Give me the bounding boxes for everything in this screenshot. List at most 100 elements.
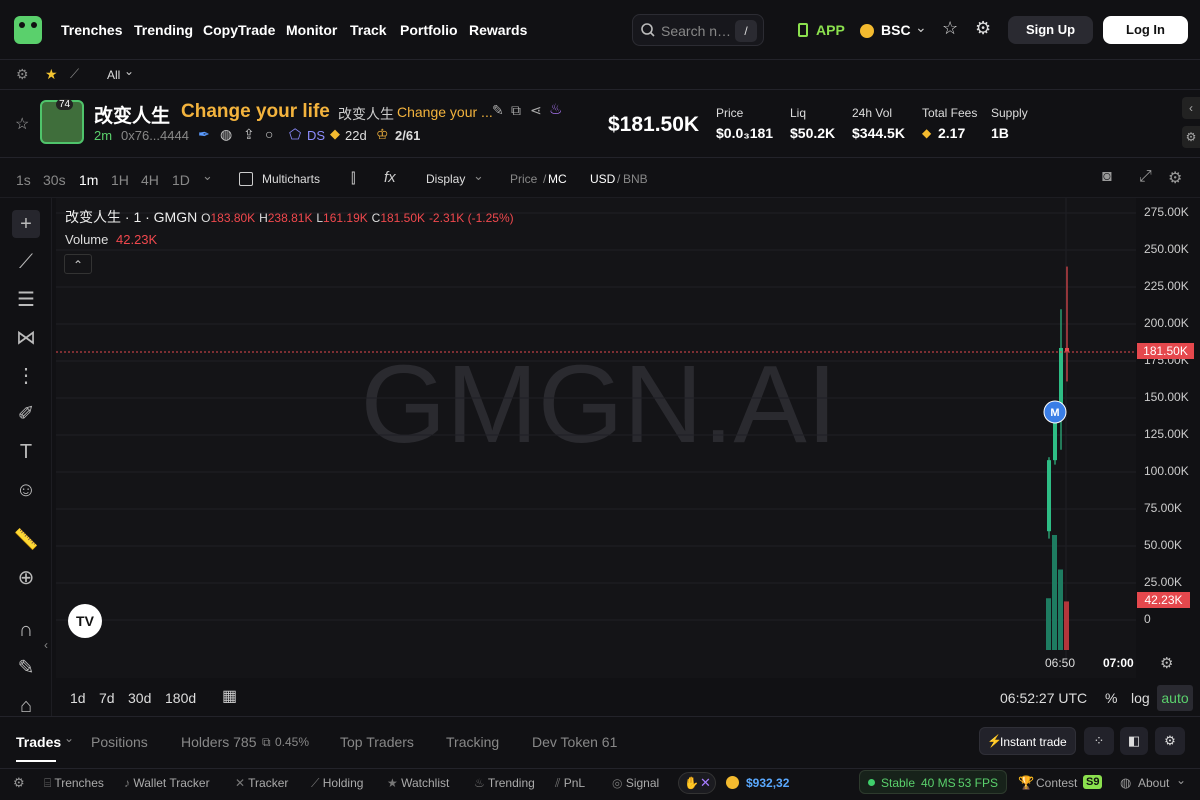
- star-icon[interactable]: ☆: [15, 114, 29, 134]
- gear-icon[interactable]: ⚙: [13, 775, 25, 791]
- crosshair-icon[interactable]: +: [12, 210, 40, 238]
- globe-icon[interactable]: ◍: [220, 126, 232, 143]
- nav-trenches[interactable]: Trenches: [61, 22, 122, 38]
- brush-icon[interactable]: ✐: [12, 400, 40, 428]
- tab-trades[interactable]: Trades: [16, 734, 61, 750]
- pattern-icon[interactable]: ⋈: [12, 324, 40, 352]
- multicharts-checkbox[interactable]: [239, 172, 253, 186]
- lock-drawing-icon[interactable]: ✎: [12, 654, 40, 682]
- tab-holders[interactable]: Holders 785: [181, 734, 257, 750]
- nav-copytrade[interactable]: CopyTrade: [203, 22, 275, 38]
- wallet-chain-toggle[interactable]: ✋ ✕: [678, 772, 716, 794]
- interval-1d[interactable]: 1D: [172, 172, 190, 188]
- gear-icon[interactable]: ⚙: [975, 18, 991, 39]
- tradingview-logo-icon[interactable]: TV: [68, 604, 102, 638]
- text-icon[interactable]: T: [12, 438, 40, 466]
- layout-dots-icon[interactable]: ⁘: [1084, 727, 1114, 755]
- emoji-icon[interactable]: ☺: [12, 476, 40, 504]
- nav-portfolio[interactable]: Portfolio: [400, 22, 458, 38]
- percent-toggle[interactable]: %: [1105, 690, 1117, 706]
- login-button[interactable]: Log In: [1103, 16, 1188, 44]
- range-30d[interactable]: 30d: [128, 690, 151, 706]
- panel-layout-icon[interactable]: ◧: [1120, 727, 1148, 755]
- gear-icon[interactable]: ⚙: [1160, 654, 1173, 672]
- wallet-balance[interactable]: $932,32: [746, 776, 789, 790]
- status-watchlist[interactable]: ★ Watchlist: [387, 776, 449, 790]
- display-dropdown[interactable]: Display: [426, 172, 465, 186]
- tab-tracking[interactable]: Tracking: [446, 734, 499, 750]
- chevron-left-icon[interactable]: ‹: [1182, 97, 1200, 119]
- filter-select[interactable]: All: [107, 68, 120, 82]
- about-link[interactable]: About: [1138, 776, 1169, 790]
- chart-canvas[interactable]: GMGN.AI M: [56, 198, 1136, 678]
- range-180d[interactable]: 180d: [165, 690, 196, 706]
- app-link[interactable]: APP: [816, 22, 845, 38]
- camera-icon[interactable]: ◙: [1102, 168, 1112, 186]
- magnet-icon[interactable]: ∩: [12, 616, 40, 644]
- projection-icon[interactable]: ⋮: [12, 362, 40, 390]
- pen-icon[interactable]: ✒: [198, 126, 210, 143]
- contest-link[interactable]: Contest: [1036, 776, 1077, 790]
- gear-icon[interactable]: ⚙: [1155, 727, 1185, 755]
- zoom-in-icon[interactable]: ⊕: [12, 564, 40, 592]
- interval-1s[interactable]: 1s: [16, 172, 31, 188]
- status-tracker[interactable]: ✕ Tracker: [235, 776, 288, 790]
- edit-icon[interactable]: ✎: [492, 102, 504, 119]
- nav-rewards[interactable]: Rewards: [469, 22, 527, 38]
- share-box-icon[interactable]: ⇪: [243, 126, 255, 143]
- gear-icon[interactable]: ⚙: [16, 66, 29, 83]
- search-icon[interactable]: ○: [265, 126, 273, 142]
- tab-positions[interactable]: Positions: [91, 734, 148, 750]
- collapse-legend-button[interactable]: ⌃: [64, 254, 92, 274]
- star-icon[interactable]: ★: [45, 66, 58, 83]
- star-icon[interactable]: ☆: [942, 18, 958, 39]
- nav-trending[interactable]: Trending: [134, 22, 193, 38]
- instant-trade-button[interactable]: ⚡ Instant trade: [979, 727, 1076, 755]
- tab-top-traders[interactable]: Top Traders: [340, 734, 414, 750]
- fib-lines-icon[interactable]: ☰: [12, 286, 40, 314]
- nav-monitor[interactable]: Monitor: [286, 22, 337, 38]
- gear-icon[interactable]: ⚙: [1168, 168, 1182, 188]
- chevron-left-icon[interactable]: ‹: [44, 638, 48, 652]
- chart-line-icon[interactable]: ⟋: [70, 66, 79, 82]
- chevron-down-icon[interactable]: ⌄: [64, 731, 74, 745]
- network-status[interactable]: Stable 40 MS 53 FPS: [859, 770, 1007, 794]
- status-trending[interactable]: ♨ Trending: [474, 776, 535, 790]
- chain-selector[interactable]: BSC: [881, 22, 911, 38]
- trendline-icon[interactable]: ⟋: [12, 248, 40, 276]
- tab-dev-token[interactable]: Dev Token 61: [532, 734, 617, 750]
- nav-track[interactable]: Track: [350, 22, 387, 38]
- token-address[interactable]: 0x76...4444: [121, 128, 189, 143]
- gmgn-logo-icon[interactable]: [14, 16, 42, 44]
- log-toggle[interactable]: log: [1131, 690, 1150, 706]
- usd-toggle[interactable]: USD: [590, 172, 615, 186]
- mc-toggle[interactable]: MC: [548, 172, 567, 186]
- interval-1m[interactable]: 1m: [79, 172, 98, 188]
- bnb-toggle[interactable]: BNB: [623, 172, 648, 186]
- ruler-icon[interactable]: 📏: [12, 526, 40, 554]
- interval-1h[interactable]: 1H: [111, 172, 129, 188]
- clock-time[interactable]: 06:52:27 UTC: [1000, 690, 1087, 706]
- function-icon[interactable]: fx: [384, 169, 396, 186]
- ds-label[interactable]: DS: [307, 128, 325, 143]
- fullscreen-icon[interactable]: ⤢: [1139, 168, 1152, 186]
- interval-30s[interactable]: 30s: [43, 172, 66, 188]
- auto-toggle[interactable]: auto: [1157, 685, 1193, 711]
- gear-icon[interactable]: ⚙: [1182, 126, 1200, 148]
- price-toggle[interactable]: Price: [510, 172, 537, 186]
- status-wallet-tracker[interactable]: ♪ Wallet Tracker: [124, 776, 210, 790]
- range-1d[interactable]: 1d: [70, 690, 86, 706]
- candlestick-icon[interactable]: ⫿: [351, 170, 355, 187]
- status-signal[interactable]: ◎ Signal: [612, 776, 659, 790]
- price-chart[interactable]: GMGN.AI M 改变人生 · 1 · GMGN O183.80K H238.…: [56, 198, 1136, 678]
- chevron-down-icon[interactable]: ⌄: [202, 168, 213, 184]
- interval-4h[interactable]: 4H: [141, 172, 159, 188]
- signup-button[interactable]: Sign Up: [1008, 16, 1093, 44]
- copy-icon[interactable]: ⧉: [511, 102, 521, 119]
- range-7d[interactable]: 7d: [99, 690, 115, 706]
- status-holding[interactable]: ⟋ Holding: [311, 776, 363, 791]
- search-input[interactable]: Search n… /: [632, 14, 764, 46]
- share-icon[interactable]: ⋖: [530, 102, 542, 119]
- calendar-icon[interactable]: ▦: [222, 686, 237, 706]
- status-pnl[interactable]: ⫽ PnL: [555, 776, 585, 791]
